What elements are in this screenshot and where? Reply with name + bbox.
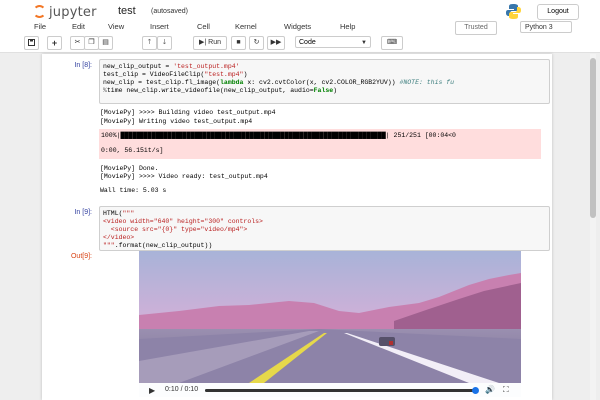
- video-seek-thumb[interactable]: [472, 387, 479, 394]
- kernel-indicator: Python 3: [520, 21, 572, 33]
- keyboard-icon: ⌨: [386, 39, 398, 46]
- menu-kernel[interactable]: Kernel: [235, 22, 257, 31]
- menu-help[interactable]: Help: [340, 22, 355, 31]
- output-line: [MoviePy] Writing video test_output.mp4: [100, 118, 253, 125]
- menu-widgets[interactable]: Widgets: [284, 22, 311, 31]
- video-seek-fill: [205, 389, 475, 392]
- menu-file[interactable]: File: [34, 22, 46, 31]
- move-down-button[interactable]: 🡓: [157, 36, 172, 50]
- page-scrollbar-thumb[interactable]: [590, 58, 596, 218]
- jupyter-logo[interactable]: jupyter: [32, 4, 110, 20]
- stop-button[interactable]: ■: [231, 36, 246, 50]
- toolbar: + ✂ ❐ ▤ 🡑 🡓 ▶| Run ■ ↻ ▶▶ Code ▼ ⌨: [0, 36, 600, 50]
- code-line: new_clip = test_clip.fl_image(lambda x: …: [103, 79, 455, 86]
- code-line: """.format(new_clip_output)): [103, 242, 213, 249]
- arrow-up-icon: 🡑: [147, 39, 152, 46]
- copy-button[interactable]: ❐: [84, 36, 99, 50]
- fast-forward-icon: ▶▶: [270, 39, 282, 46]
- code-line: HTML(""": [103, 210, 135, 217]
- cell-type-value: Code: [299, 39, 316, 46]
- notebook-page: In [8]: new_clip_output = 'test_output.m…: [42, 54, 552, 400]
- volume-icon[interactable]: 🔊: [485, 385, 495, 394]
- arrow-down-icon: 🡓: [162, 39, 167, 46]
- cell9-prompt: In [9]:: [74, 209, 92, 216]
- cell9-out-prompt: Out[9]:: [70, 253, 92, 260]
- cell8-input[interactable]: new_clip_output = 'test_output.mp4' test…: [99, 59, 550, 104]
- save-icon: [28, 39, 35, 46]
- video-controls: ▶ 0:10 / 0:10 🔊 ⛶: [139, 383, 521, 397]
- menu-bar: File Edit View Insert Cell Kernel Widget…: [22, 22, 462, 34]
- video-player[interactable]: ▶ 0:10 / 0:10 🔊 ⛶: [139, 251, 521, 397]
- copy-icon: ❐: [88, 39, 95, 46]
- output-line: [MoviePy] >>>> Video ready: test_output.…: [100, 173, 268, 180]
- restart-icon: ↻: [253, 39, 260, 46]
- progress-bar-text: 100%|███████████████████████████████████…: [101, 132, 456, 139]
- menu-view[interactable]: View: [108, 22, 124, 31]
- wall-time: Wall time: 5.03 s: [100, 187, 167, 194]
- cell-type-select[interactable]: Code ▼: [295, 36, 371, 48]
- python-logo-icon: [506, 4, 521, 19]
- stop-icon: ■: [236, 39, 241, 46]
- code-line: </video>: [103, 234, 135, 241]
- progress-tail: 0:00, 56.15it/s]: [101, 147, 164, 154]
- video-time: 0:10 / 0:10: [165, 386, 199, 393]
- cell8-prompt: In [8]:: [74, 62, 92, 69]
- save-button[interactable]: [24, 36, 39, 50]
- paste-icon: ▤: [102, 39, 109, 46]
- plus-icon: +: [51, 38, 58, 48]
- logout-button[interactable]: Logout: [537, 4, 579, 20]
- video-frame: [139, 251, 521, 383]
- cut-button[interactable]: ✂: [70, 36, 85, 50]
- restart-run-all-button[interactable]: ▶▶: [267, 36, 285, 50]
- move-up-button[interactable]: 🡑: [142, 36, 157, 50]
- cell9-input[interactable]: HTML(""" <video width="640" height="300"…: [99, 206, 550, 251]
- menu-edit[interactable]: Edit: [72, 22, 85, 31]
- menu-insert[interactable]: Insert: [150, 22, 169, 31]
- code-line: <video width="640" height="300" controls…: [103, 218, 263, 225]
- progress-output: 100%|███████████████████████████████████…: [99, 129, 541, 159]
- insert-cell-button[interactable]: +: [47, 36, 62, 50]
- video-seek-bar[interactable]: [205, 387, 479, 394]
- chevron-down-icon: ▼: [361, 40, 367, 46]
- save-status: (autosaved): [151, 8, 188, 15]
- code-line: new_clip_output = 'test_output.mp4': [103, 63, 240, 70]
- jupyter-logo-icon: [33, 5, 46, 18]
- logo-text: jupyter: [49, 5, 97, 20]
- output-line: [MoviePy] Done.: [100, 165, 159, 172]
- command-palette-button[interactable]: ⌨: [381, 36, 403, 50]
- cut-icon: ✂: [74, 39, 81, 46]
- notebook-name[interactable]: test: [118, 5, 136, 17]
- restart-button[interactable]: ↻: [249, 36, 264, 50]
- play-icon[interactable]: ▶: [149, 386, 155, 395]
- menu-cell[interactable]: Cell: [197, 22, 210, 31]
- code-line: %time new_clip.write_videofile(new_clip_…: [103, 87, 338, 94]
- run-icon: ▶|: [199, 39, 207, 46]
- run-label: Run: [208, 39, 221, 46]
- paste-button[interactable]: ▤: [98, 36, 113, 50]
- run-button[interactable]: ▶| Run: [193, 36, 227, 50]
- code-line: <source src="{0}" type="video/mp4">: [103, 226, 248, 233]
- code-line: test_clip = VideoFileClip("test.mp4"): [103, 71, 248, 78]
- notebook-header: jupyter test (autosaved) Logout File Edi…: [0, 0, 600, 53]
- trusted-indicator[interactable]: Trusted: [455, 21, 497, 35]
- output-line: [MoviePy] >>>> Building video test_outpu…: [100, 109, 276, 116]
- fullscreen-icon[interactable]: ⛶: [503, 385, 509, 395]
